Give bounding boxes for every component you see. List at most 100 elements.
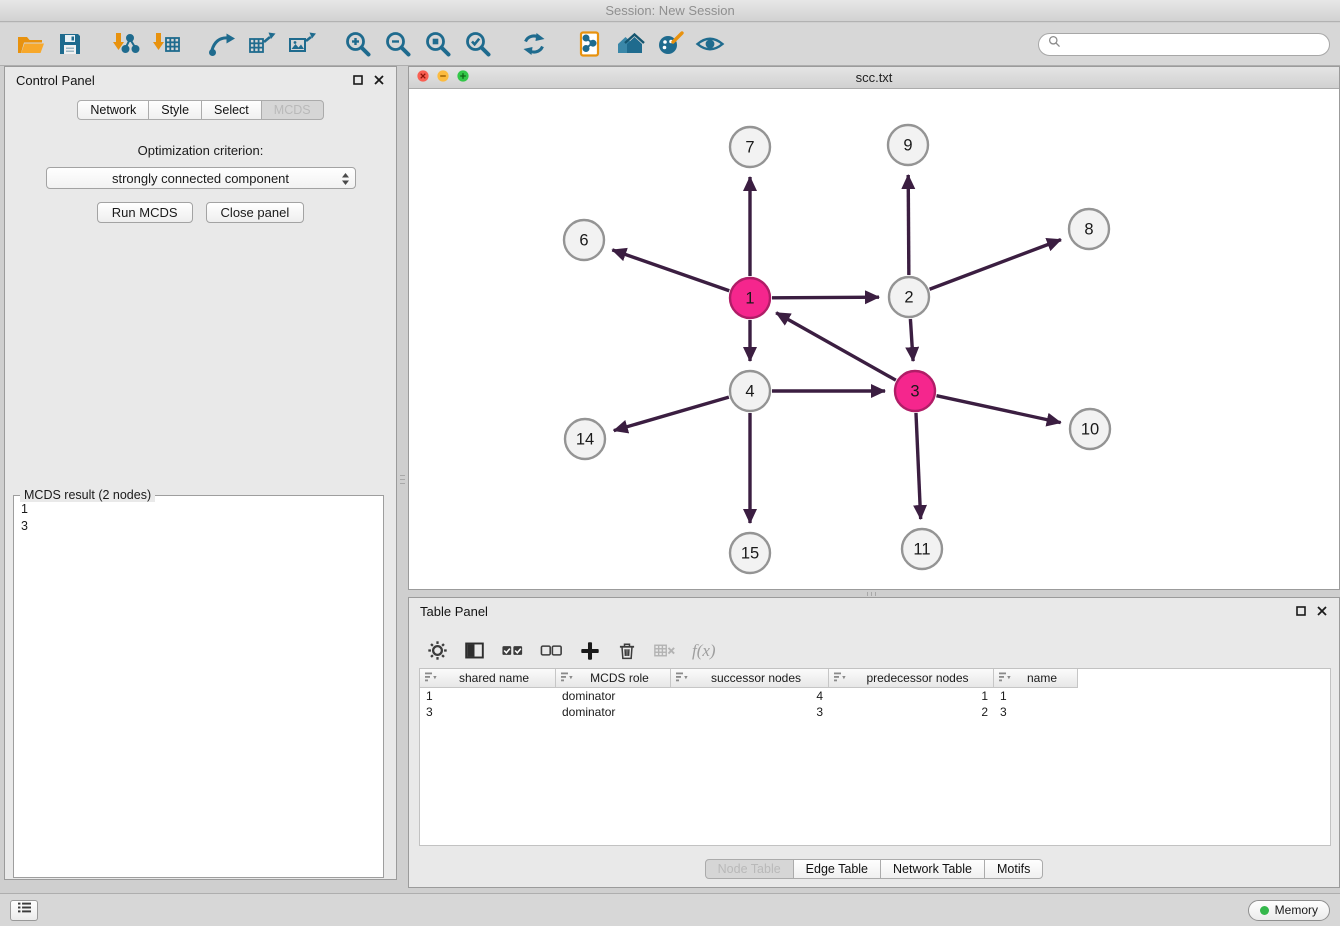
graph-node-7[interactable]: 7 — [730, 127, 770, 167]
table-row[interactable]: 1dominator411 — [420, 688, 1330, 704]
style-paint-icon[interactable] — [650, 26, 690, 62]
plus-icon[interactable] — [579, 640, 601, 662]
column-header-mcds-role[interactable]: MCDS role — [556, 669, 671, 688]
columns-icon[interactable] — [464, 640, 485, 661]
table-cell[interactable]: 1 — [420, 688, 556, 704]
table-cell[interactable]: 2 — [829, 704, 994, 720]
eye-icon[interactable] — [690, 26, 730, 62]
new-network-icon[interactable] — [202, 26, 242, 62]
table-cell[interactable]: 4 — [671, 688, 829, 704]
close-window-icon[interactable] — [417, 69, 429, 87]
network-window-title: scc.txt — [409, 70, 1339, 85]
gear-icon[interactable] — [427, 640, 448, 661]
column-header-predecessor-nodes[interactable]: predecessor nodes — [829, 669, 994, 688]
graph-edge-2-9[interactable] — [908, 175, 909, 275]
graph-node-9[interactable]: 9 — [888, 125, 928, 165]
tab-style[interactable]: Style — [148, 100, 202, 120]
save-icon[interactable] — [50, 26, 90, 62]
tab-select[interactable]: Select — [201, 100, 262, 120]
graph-edge-1-2[interactable] — [772, 297, 879, 298]
refresh-icon[interactable] — [514, 26, 554, 62]
memory-button[interactable]: Memory — [1248, 900, 1330, 921]
graph-edge-2-3[interactable] — [910, 319, 913, 361]
tab-node-table[interactable]: Node Table — [705, 859, 794, 879]
table-cell[interactable]: dominator — [556, 688, 671, 704]
mcds-result-label: MCDS result (2 nodes) — [20, 488, 155, 502]
control-panel: Control Panel NetworkStyleSelectMCDS Opt… — [4, 66, 397, 880]
horizontal-splitter[interactable] — [858, 591, 884, 596]
graph-node-label: 14 — [576, 431, 594, 449]
table-cell[interactable]: dominator — [556, 704, 671, 720]
float-panel-icon[interactable] — [352, 74, 364, 86]
graph-edge-3-1[interactable] — [776, 313, 896, 380]
graph-node-8[interactable]: 8 — [1069, 209, 1109, 249]
optimization-select[interactable]: strongly connected component — [46, 167, 356, 189]
close-panel-icon[interactable] — [1316, 605, 1328, 617]
trash-icon[interactable] — [617, 640, 637, 661]
graph-node-15[interactable]: 15 — [730, 533, 770, 573]
close-panel-button[interactable]: Close panel — [206, 202, 305, 223]
graph-node-label: 3 — [910, 383, 919, 401]
graph-edge-2-8[interactable] — [930, 240, 1061, 290]
search-input[interactable] — [1066, 37, 1320, 51]
table-panel-title: Table Panel — [420, 604, 488, 619]
close-panel-icon[interactable] — [373, 74, 385, 86]
vertical-splitter[interactable] — [399, 466, 406, 492]
table-cell[interactable]: 3 — [420, 704, 556, 720]
graph-node-4[interactable]: 4 — [730, 371, 770, 411]
tab-network-table[interactable]: Network Table — [880, 859, 985, 879]
tab-edge-table[interactable]: Edge Table — [793, 859, 881, 879]
graph-edge-4-14[interactable] — [614, 397, 729, 430]
open-folder-icon[interactable] — [10, 26, 50, 62]
window-title: Session: New Session — [0, 0, 1340, 22]
sort-icon — [560, 671, 573, 686]
list-icon — [16, 901, 33, 919]
zoom-fit-icon[interactable] — [418, 26, 458, 62]
control-panel-header: Control Panel — [5, 67, 396, 93]
control-panel-tabs: NetworkStyleSelectMCDS — [5, 100, 396, 120]
graph-node-2[interactable]: 2 — [889, 277, 929, 317]
run-mcds-button[interactable]: Run MCDS — [97, 202, 193, 223]
table-cell[interactable]: 3 — [994, 704, 1078, 720]
column-header-successor-nodes[interactable]: successor nodes — [671, 669, 829, 688]
graph-edge-3-11[interactable] — [916, 413, 921, 519]
tab-network[interactable]: Network — [77, 100, 149, 120]
zoom-selected-icon[interactable] — [458, 26, 498, 62]
graph-node-label: 7 — [745, 139, 754, 157]
table-cell[interactable]: 1 — [829, 688, 994, 704]
minimize-window-icon[interactable] — [437, 69, 449, 87]
column-header-shared-name[interactable]: shared name — [420, 669, 556, 688]
zoom-window-icon[interactable] — [457, 69, 469, 87]
table-row[interactable]: 3dominator323 — [420, 704, 1330, 720]
graph-node-3[interactable]: 3 — [895, 371, 935, 411]
column-header-name[interactable]: name — [994, 669, 1078, 688]
graph-edge-3-10[interactable] — [936, 396, 1060, 423]
float-panel-icon[interactable] — [1295, 605, 1307, 617]
task-list-button[interactable] — [10, 900, 38, 921]
graph-edge-1-6[interactable] — [612, 250, 729, 291]
tab-mcds[interactable]: MCDS — [261, 100, 324, 120]
table-cell[interactable]: 3 — [671, 704, 829, 720]
select-all-icon[interactable] — [501, 640, 524, 661]
clipboard-network-icon[interactable] — [570, 26, 610, 62]
table-cell[interactable]: 1 — [994, 688, 1078, 704]
graph-node-11[interactable]: 11 — [902, 529, 942, 569]
graph-node-10[interactable]: 10 — [1070, 409, 1110, 449]
search-box[interactable] — [1038, 33, 1330, 56]
import-table-icon[interactable] — [146, 26, 186, 62]
network-canvas[interactable]: 7 9 6 8 1 2 4 3 14 10 15 11 — [409, 89, 1339, 589]
import-network-icon[interactable] — [106, 26, 146, 62]
graph-node-14[interactable]: 14 — [565, 419, 605, 459]
zoom-out-icon[interactable] — [378, 26, 418, 62]
graph-node-label: 4 — [745, 383, 754, 401]
zoom-in-icon[interactable] — [338, 26, 378, 62]
deselect-all-icon[interactable] — [540, 640, 563, 661]
export-image-icon[interactable] — [282, 26, 322, 62]
export-table-icon[interactable] — [242, 26, 282, 62]
graph-node-6[interactable]: 6 — [564, 220, 604, 260]
graph-node-label: 15 — [741, 545, 759, 563]
tab-motifs[interactable]: Motifs — [984, 859, 1043, 879]
search-icon — [1048, 35, 1061, 53]
graph-node-1[interactable]: 1 — [730, 278, 770, 318]
home-pair-icon[interactable] — [610, 26, 650, 62]
